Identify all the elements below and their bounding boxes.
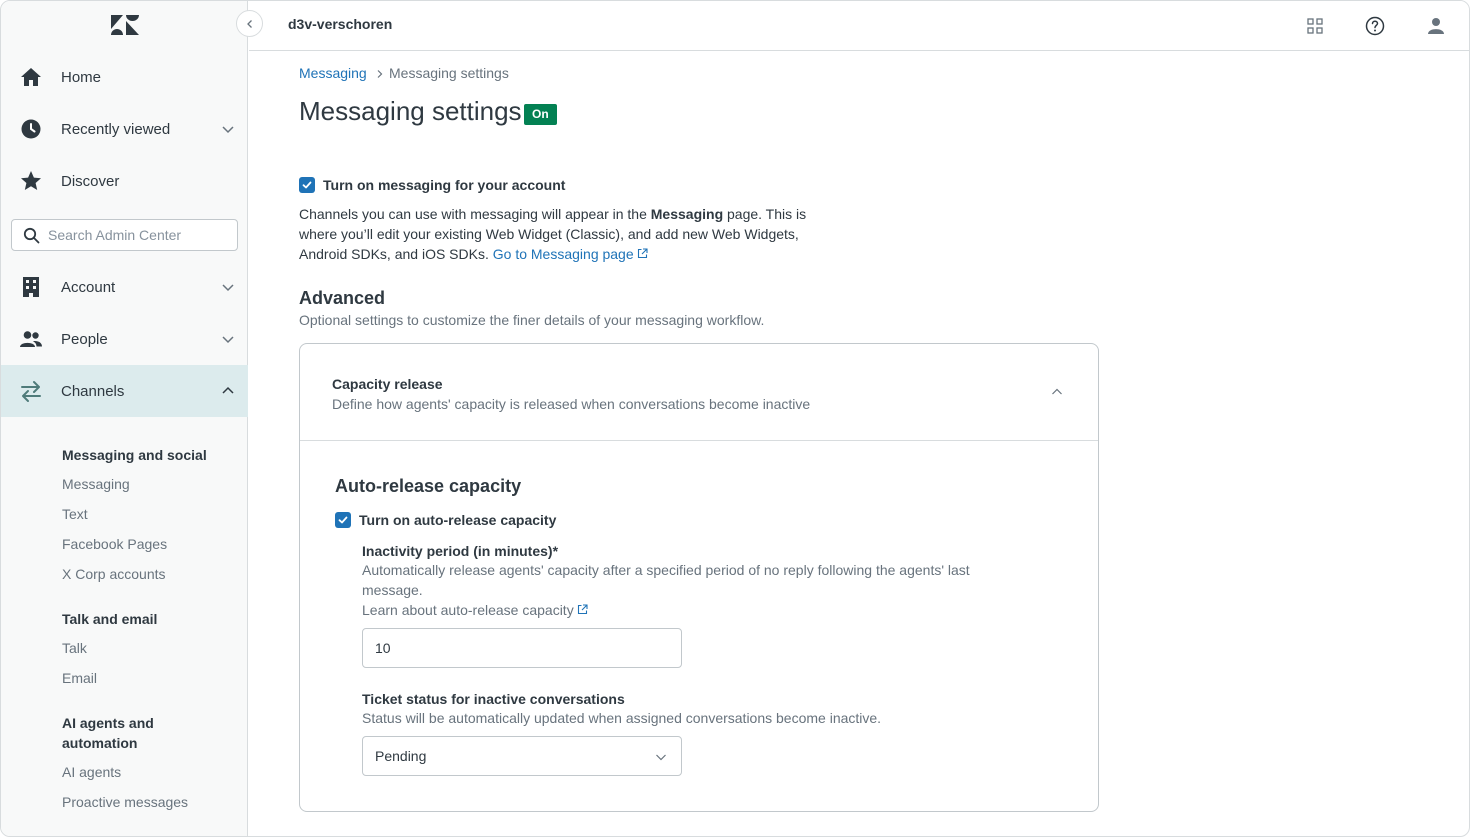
learn-auto-release-link[interactable]: Learn about auto-release capacity (362, 600, 588, 620)
sidebar-link-text[interactable]: Text (62, 506, 88, 522)
sidebar-link-talk[interactable]: Talk (62, 640, 87, 656)
checkmark-icon (338, 516, 348, 524)
nav-channels[interactable]: Channels (1, 365, 248, 417)
search-input[interactable] (48, 224, 233, 246)
chevron-up-icon (1052, 388, 1062, 395)
search-icon (23, 227, 40, 244)
nav-home[interactable]: Home (1, 51, 248, 103)
zendesk-logo[interactable] (110, 13, 140, 37)
chevron-up-icon (222, 386, 234, 394)
chevron-down-icon (656, 754, 666, 761)
breadcrumb-messaging[interactable]: Messaging (299, 65, 367, 81)
advanced-heading: Advanced (299, 288, 386, 308)
sidebar-link-facebook-pages[interactable]: Facebook Pages (62, 536, 167, 552)
turn-on-messaging-checkbox[interactable] (299, 177, 315, 193)
auto-release-checkbox[interactable] (335, 512, 351, 528)
inactivity-period-field[interactable] (362, 628, 682, 668)
status-badge: On (524, 104, 557, 125)
sidebar-link-email[interactable]: Email (62, 670, 97, 686)
nav-recently-viewed[interactable]: Recently viewed (1, 103, 248, 155)
apps-grid-icon[interactable] (1303, 14, 1327, 38)
nav-recently-viewed-label: Recently viewed (61, 120, 171, 138)
help-icon[interactable] (1363, 14, 1387, 38)
capacity-release-description: Define how agents' capacity is released … (332, 396, 811, 412)
go-to-messaging-link[interactable]: Go to Messaging page (493, 246, 648, 262)
app-window: Home Recently viewed Discover Account Pe… (0, 0, 1470, 837)
go-to-messaging-link-text: Go to Messaging page (492, 246, 634, 262)
chevron-down-icon (222, 284, 234, 292)
nav-discover[interactable]: Discover (1, 155, 248, 207)
search-admin-center[interactable] (11, 219, 238, 251)
sidebar-link-ai-agents[interactable]: AI agents (62, 764, 121, 780)
sidebar-link-messaging[interactable]: Messaging (62, 476, 130, 492)
turn-on-messaging-label[interactable]: Turn on messaging for your account (323, 177, 565, 193)
sidebar: Home Recently viewed Discover Account Pe… (1, 1, 248, 836)
ticket-status-label: Ticket status for inactive conversations (362, 691, 625, 707)
description-bold: Messaging (650, 206, 724, 222)
nav-discover-label: Discover (61, 172, 120, 190)
account-subdomain: d3v-verschoren (288, 16, 393, 32)
group-messaging-and-social: Messaging and social (62, 447, 207, 463)
group-ai-agents-and-automation: AI agents and automation (62, 715, 154, 751)
user-profile-icon[interactable] (1424, 14, 1448, 38)
chevron-right-icon (377, 70, 383, 78)
capacity-release-header[interactable]: Capacity release Define how agents' capa… (300, 344, 1098, 441)
star-icon (21, 171, 41, 190)
messaging-description: Channels you can use with messaging will… (299, 204, 839, 264)
description-text: Channels you can use with messaging will… (299, 206, 651, 222)
nav-channels-label: Channels (61, 382, 125, 400)
top-header: d3v-verschoren (249, 1, 1469, 51)
group-talk-and-email: Talk and email (62, 611, 158, 627)
capacity-release-title: Capacity release (332, 376, 443, 392)
page-title: Messaging settings (299, 96, 522, 126)
nav-home-label: Home (61, 68, 102, 86)
ticket-status-value: Pending (375, 748, 427, 764)
inactivity-period-label: Inactivity period (in minutes)* (362, 543, 559, 559)
inactivity-period-input[interactable] (375, 638, 665, 658)
advanced-subtitle: Optional settings to customize the finer… (299, 312, 765, 328)
auto-release-label[interactable]: Turn on auto-release capacity (359, 512, 556, 528)
ticket-status-select[interactable]: Pending (362, 736, 682, 776)
people-icon (20, 331, 42, 347)
channels-arrows-icon (21, 381, 41, 402)
external-link-icon (637, 248, 648, 259)
sidebar-link-proactive-messages[interactable]: Proactive messages (62, 794, 188, 810)
nav-people-label: People (61, 330, 108, 348)
sidebar-link-x-corp-accounts[interactable]: X Corp accounts (62, 566, 166, 582)
checkmark-icon (302, 181, 312, 189)
nav-people[interactable]: People (1, 313, 248, 365)
chevron-left-icon (246, 19, 252, 28)
capacity-release-accordion: Capacity release Define how agents' capa… (299, 343, 1099, 812)
collapse-sidebar-button[interactable] (236, 10, 263, 37)
nav-account-label: Account (61, 278, 116, 296)
home-icon (21, 68, 41, 86)
chevron-down-icon (222, 336, 234, 344)
external-link-icon (577, 604, 588, 615)
ticket-status-hint: Status will be automatically updated whe… (362, 710, 882, 726)
auto-release-heading: Auto-release capacity (335, 476, 522, 496)
building-icon (23, 277, 39, 297)
learn-auto-release-link-text: Learn about auto-release capacity (362, 602, 574, 618)
clock-icon (21, 119, 41, 139)
nav-account[interactable]: Account (1, 261, 248, 313)
breadcrumb-current: Messaging settings (389, 65, 509, 81)
chevron-down-icon (222, 126, 234, 134)
inactivity-period-hint: Automatically release agents' capacity a… (362, 562, 970, 598)
